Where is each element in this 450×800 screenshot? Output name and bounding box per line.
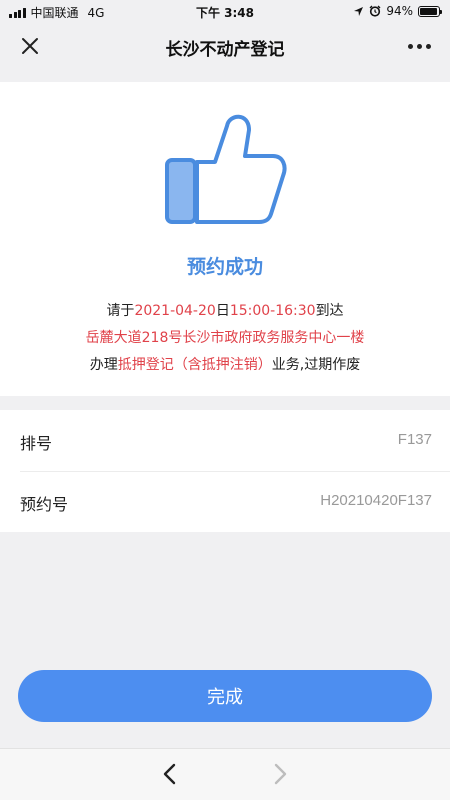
appointment-number-value: H20210420F137 [320, 492, 432, 509]
time-suffix: 到达 [315, 303, 344, 319]
appointment-time-line: 请于2021-04-20日15:00-16:30到达 [0, 300, 450, 320]
location-arrow-icon [354, 6, 364, 16]
appointment-business-line: 办理抵押登记（含抵押注销）业务,过期作废 [0, 354, 450, 374]
appointment-date: 2021-04-20 [134, 303, 216, 319]
back-arrow-icon[interactable] [158, 761, 184, 787]
battery-percent: 94% [386, 4, 413, 18]
queue-number-label: 排号 [20, 434, 53, 453]
success-title: 预约成功 [186, 256, 263, 278]
alarm-icon [369, 5, 381, 17]
forward-arrow-icon[interactable] [266, 761, 292, 787]
success-card: 预约成功 请于2021-04-20日15:00-16:30到达 岳麓大道218号… [0, 82, 450, 396]
time-prefix: 请于 [106, 303, 135, 319]
business-type: 抵押登记（含抵押注销） [117, 357, 272, 373]
more-icon[interactable] [404, 34, 434, 58]
appointment-time-range: 15:00-16:30 [229, 303, 316, 319]
status-bar: 中国联通 4G 下午 3:48 94% [0, 0, 450, 24]
thumbs-up-icon [165, 114, 287, 224]
battery-icon [418, 5, 442, 17]
status-right: 94% [353, 4, 442, 18]
queue-number-value: F137 [397, 431, 432, 448]
detail-row-appointment-number: 预约号 H20210420F137 [0, 471, 450, 532]
page-title: 长沙不动产登记 [165, 40, 285, 60]
business-suffix: 业务,过期作废 [271, 357, 361, 373]
nav-bar: 长沙不动产登记 [0, 24, 450, 68]
battery-fill [420, 7, 437, 15]
business-prefix: 办理 [89, 357, 118, 373]
appointment-number-label: 预约号 [20, 495, 69, 514]
done-button[interactable]: 完成 [18, 670, 432, 722]
detail-row-queue-number: 排号 F137 [0, 410, 450, 472]
bottom-toolbar [0, 748, 450, 800]
appointment-address: 岳麓大道218号长沙市政府政务服务中心一楼 [85, 330, 365, 346]
detail-list: 排号 F137 预约号 H20210420F137 [0, 410, 450, 532]
day-suffix: 日 [215, 303, 230, 319]
